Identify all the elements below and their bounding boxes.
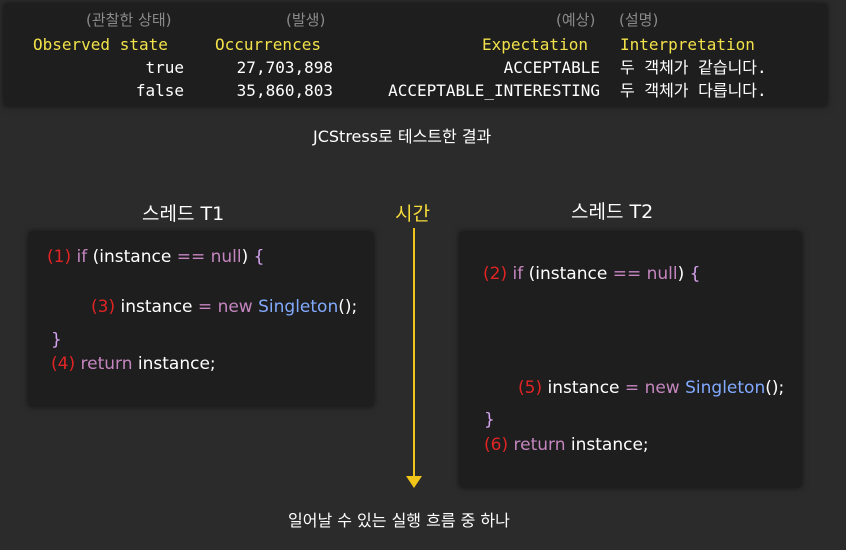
thread-1-line-if: (1) if (instance == null) { — [47, 247, 265, 267]
time-arrow-line — [413, 228, 415, 478]
thread-1-line-assign: (3) instance = new Singleton(); — [91, 297, 358, 317]
kor-header-interpretation: (설명) — [619, 11, 659, 29]
thread-2-line-close-brace: } — [484, 410, 495, 430]
kor-header-occurrences: (발생) — [286, 11, 326, 29]
header-interpretation: Interpretation — [620, 35, 755, 54]
header-expectation: Expectation — [482, 35, 588, 54]
row-1-state: true — [145, 58, 184, 77]
row-1-interpretation: 두 객체가 같습니다. — [620, 58, 767, 77]
kor-header-state: (관찰한 상태) — [86, 11, 172, 29]
thread-2-title: 스레드 T2 — [571, 201, 654, 223]
thread-2-code-box: (2) if (instance == null) { (5) instance… — [460, 232, 801, 487]
row-2-occurrences: 35,860,803 — [236, 81, 333, 100]
row-2-state: false — [135, 81, 184, 100]
row-2-interpretation: 두 객체가 다릅니다. — [620, 81, 767, 100]
header-observed-state: Observed state — [33, 35, 168, 54]
thread-2-line-if: (2) if (instance == null) { — [483, 264, 701, 284]
flow-caption: 일어날 수 있는 실행 흐름 중 하나 — [288, 511, 510, 530]
thread-1-line-return: (4) return instance; — [51, 354, 216, 374]
row-1-occurrences: 27,703,898 — [236, 58, 333, 77]
thread-2-line-assign: (5) instance = new Singleton(); — [518, 378, 785, 398]
thread-1-line-close-brace: } — [51, 330, 62, 350]
time-label: 시간 — [395, 203, 430, 225]
time-arrow-head-icon — [406, 476, 422, 488]
thread-1-title: 스레드 T1 — [142, 203, 225, 225]
row-1-expectation: ACCEPTABLE — [503, 58, 600, 77]
thread-1-code-box: (1) if (instance == null) { (3) instance… — [29, 232, 373, 406]
result-caption: JCStress로 테스트한 결과 — [313, 127, 492, 146]
jcstress-result-table: (관찰한 상태) (발생) (예상) (설명) Observed state O… — [4, 4, 827, 106]
thread-2-line-return: (6) return instance; — [484, 435, 649, 455]
row-2-expectation: ACCEPTABLE_INTERESTING — [388, 81, 600, 100]
header-occurrences: Occurrences — [215, 35, 321, 54]
kor-header-expectation: (예상) — [556, 11, 596, 29]
